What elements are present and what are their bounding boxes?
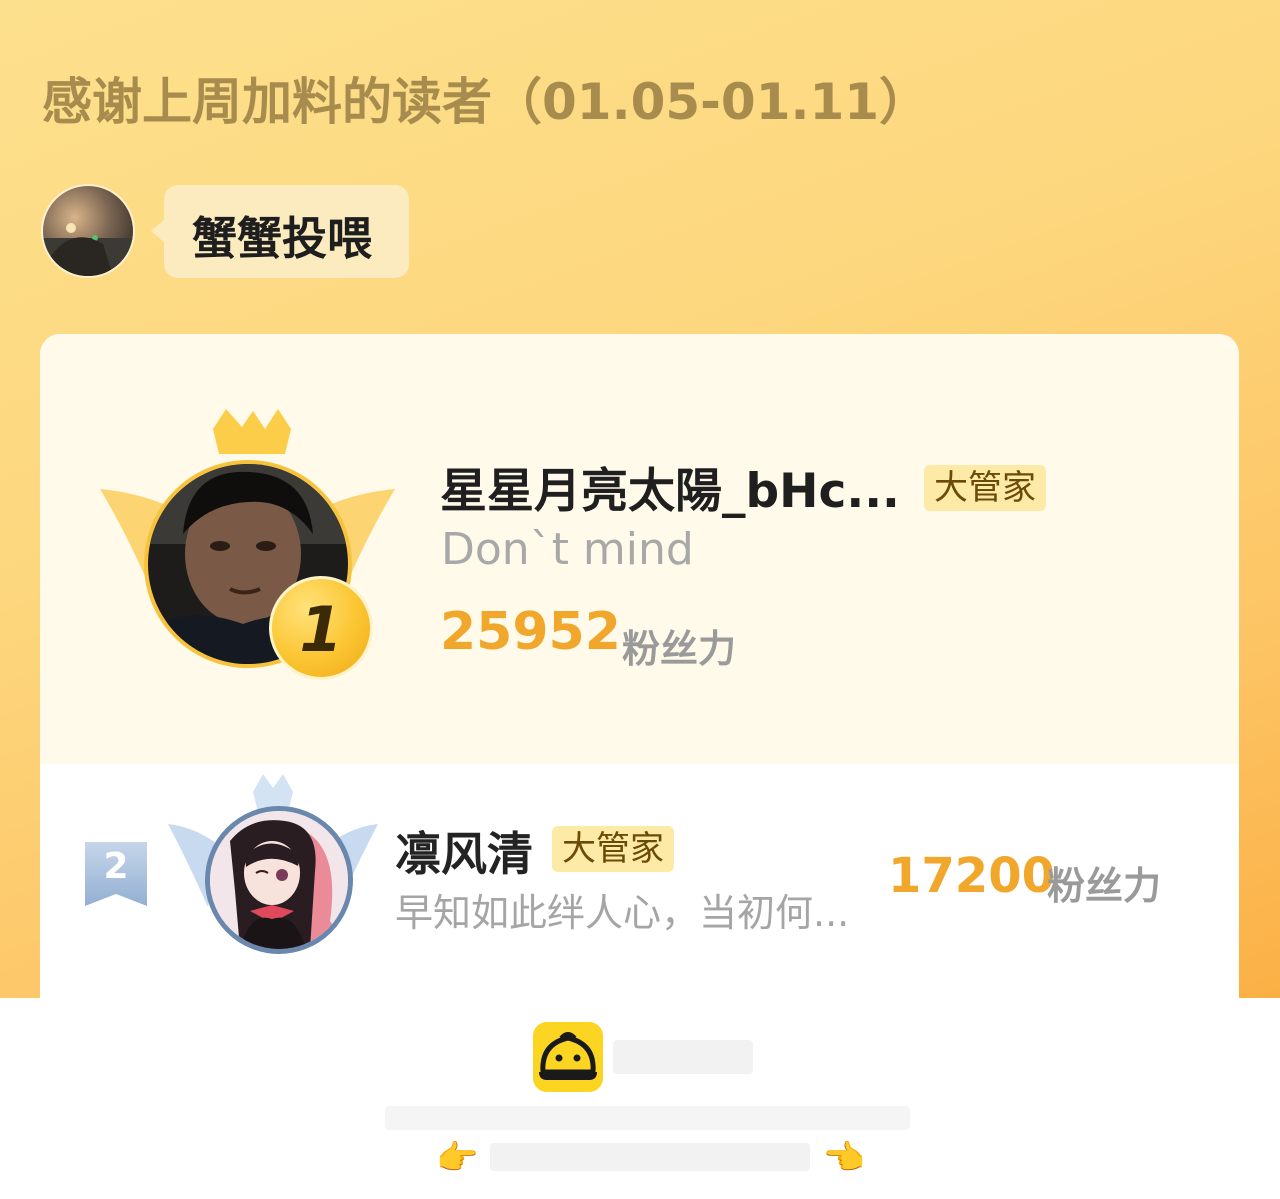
pointing-right-hand-icon: 👉 — [436, 1138, 479, 1178]
rank-1-score: 25952 — [440, 602, 621, 662]
rank-1-motto: Don`t mind — [441, 524, 694, 575]
page-title: 感谢上周加料的读者（01.05-01.11） — [42, 73, 930, 131]
app-name-placeholder — [613, 1040, 753, 1074]
rank-2-number: 2 — [103, 846, 129, 887]
rank-2-name[interactable]: 凛风清 — [395, 818, 533, 884]
rank-1-name[interactable]: 星星月亮太陽_bHc... — [440, 452, 900, 521]
rank-1-medal: 1 — [269, 576, 373, 680]
rank-2-score: 17200 — [888, 848, 1055, 904]
rank-2-avatar[interactable] — [205, 806, 353, 954]
rank-2-motto: 早知如此绊人心，当初何... — [395, 891, 850, 935]
rank-1-badge: 大管家 — [924, 465, 1046, 511]
steamed-bun-logo-icon — [533, 1022, 603, 1092]
thanks-text: 蟹蟹投喂 — [192, 212, 373, 265]
ranking-card: 1 星星月亮太陽_bHc... 大管家 Don`t mind 25952 粉丝力… — [40, 334, 1239, 1034]
app-logo-icon[interactable] — [533, 1022, 603, 1092]
avatar-photo-icon — [43, 186, 133, 276]
rank-1-number: 1 — [299, 593, 343, 666]
footer-link-placeholder[interactable] — [490, 1143, 810, 1171]
rank-2-score-unit: 粉丝力 — [1047, 864, 1162, 908]
thanks-bubble: 蟹蟹投喂 — [151, 185, 409, 278]
rank-1-score-unit: 粉丝力 — [622, 627, 737, 671]
anime-avatar-icon — [210, 811, 348, 949]
rank-1-section[interactable]: 1 星星月亮太陽_bHc... 大管家 Don`t mind 25952 粉丝力 — [40, 334, 1239, 764]
footer-text-placeholder — [385, 1106, 910, 1130]
pointing-left-hand-icon: 👉 — [824, 1138, 867, 1178]
rank-2-badge: 大管家 — [552, 826, 674, 872]
host-avatar[interactable] — [41, 184, 135, 278]
